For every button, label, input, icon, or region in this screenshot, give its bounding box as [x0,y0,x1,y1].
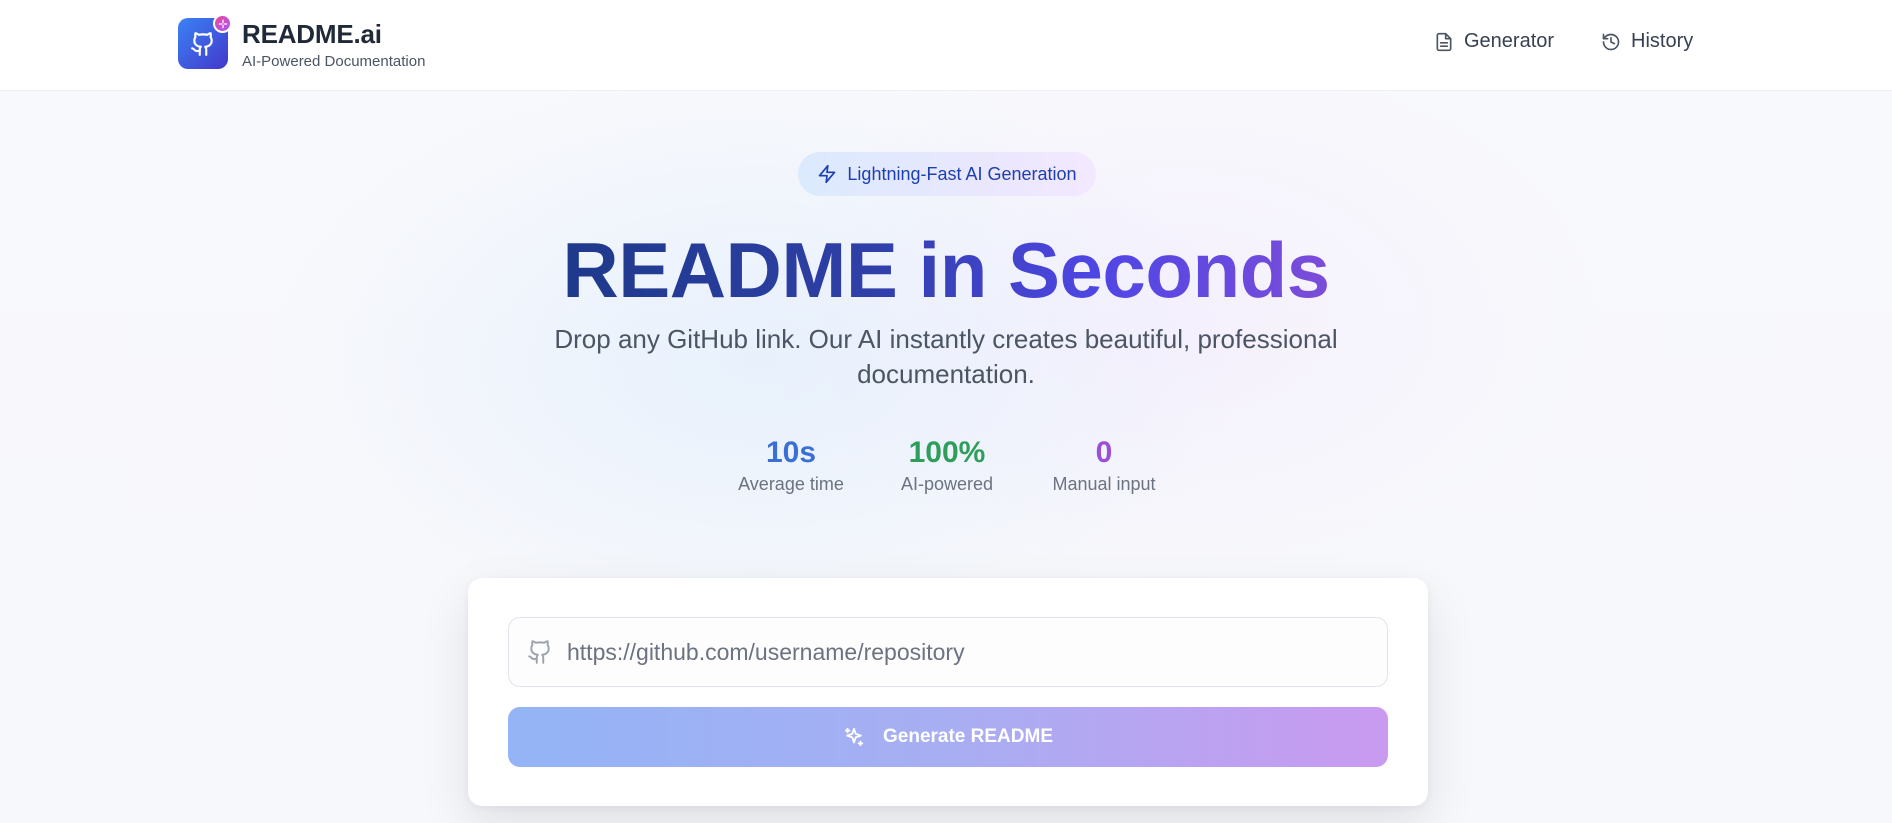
stat-label: Manual input [1052,474,1156,494]
generate-readme-label: Generate README [883,726,1053,747]
sparkles-icon [844,727,864,747]
stat-value: 100% [908,436,986,469]
sparkle-badge-icon [213,14,232,33]
hero-description: Drop any GitHub link. Our AI instantly c… [554,324,1338,389]
feature-pill-label: Lightning-Fast AI Generation [847,163,1077,184]
generator-card: Generate README [468,578,1428,806]
github-icon [191,31,213,56]
history-icon [1602,33,1620,50]
stat-label: Average time [738,474,844,494]
nav-generator[interactable]: Generator [1434,30,1554,53]
nav-generator-label: Generator [1464,30,1555,52]
repo-url-field[interactable] [508,617,1388,687]
brand-subtitle: AI-Powered Documentation [242,53,426,70]
stat-value: 0 [1095,436,1113,469]
lightning-icon [819,164,836,184]
stat-value: 10s [765,436,817,469]
stat-manual-input: 0 Manual input [1024,434,1184,496]
page-title: README in Seconds [0,222,1892,318]
github-icon [528,640,550,664]
stat-label: AI-powered [900,474,994,494]
top-header: README.ai AI-Powered Documentation Gener… [0,0,1892,91]
stat-average-time: 10s Average time [711,434,871,496]
document-icon [1436,32,1452,51]
feature-pill: Lightning-Fast AI Generation [798,152,1096,196]
nav-history[interactable]: History [1601,30,1693,53]
page-title-text: README in Seconds [562,226,1330,314]
repo-url-input[interactable] [567,638,1367,666]
brand-title: README.ai [242,19,382,49]
stat-ai-powered: 100% AI-powered [867,434,1027,496]
nav-history-label: History [1631,30,1694,52]
generate-readme-button[interactable]: Generate README [508,707,1388,767]
